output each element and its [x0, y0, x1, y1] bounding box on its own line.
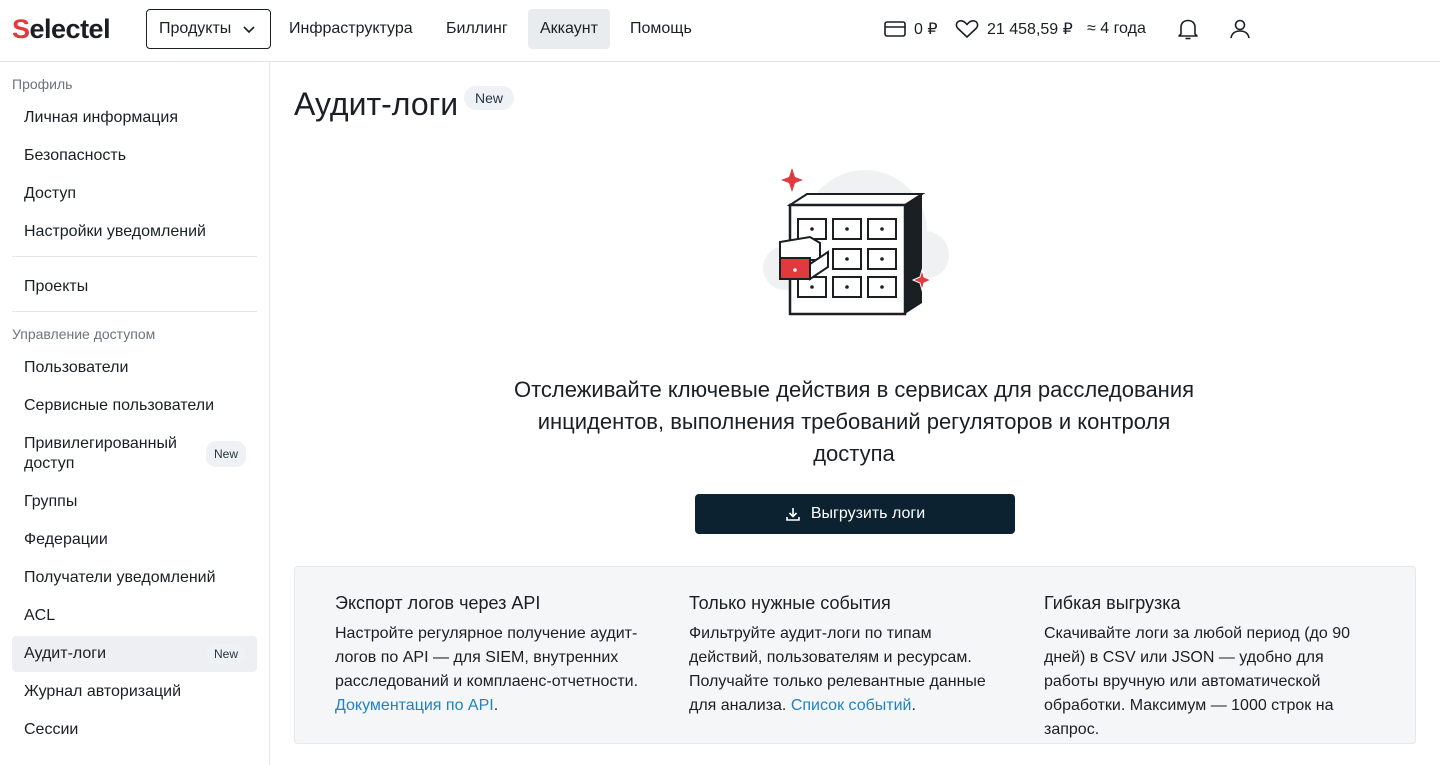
heart-icon	[955, 20, 979, 39]
nav-billing[interactable]: Биллинг	[434, 9, 520, 49]
products-label: Продукты	[159, 20, 232, 37]
export-logs-button[interactable]: Выгрузить логи	[695, 494, 1015, 534]
features-panel: Экспорт логов через API Настройте регуля…	[294, 566, 1416, 744]
sidebar-item-security[interactable]: Безопасность	[12, 138, 257, 174]
sidebar-item-service-users[interactable]: Сервисные пользователи	[12, 388, 257, 424]
feature-flexible-export: Гибкая выгрузка Скачивайте логи за любой…	[1044, 593, 1364, 742]
sidebar-item-access[interactable]: Доступ	[12, 176, 257, 212]
wallet-icon	[884, 21, 906, 37]
description-text: Отслеживайте ключевые действия в сервиса…	[513, 377, 1195, 466]
balance-stat[interactable]: 0 ₽	[884, 18, 938, 40]
sidebar-item-audit-logs[interactable]: Аудит-логи New	[12, 636, 257, 672]
sidebar-item-projects[interactable]: Проекты	[12, 269, 257, 305]
sidebar-item-privileged-access[interactable]: Привилегированный доступ New	[12, 430, 257, 478]
sidebar-item-sessions[interactable]: Сессии	[12, 712, 257, 748]
feature-text: Скачивайте логи за любой период (до 90 д…	[1044, 625, 1350, 738]
sidebar-item-users[interactable]: Пользователи	[12, 350, 257, 386]
download-icon	[786, 508, 800, 521]
sidebar-item-groups[interactable]: Группы	[12, 484, 257, 520]
export-logs-label: Выгрузить логи	[810, 505, 926, 522]
events-list-link[interactable]: Список событий	[791, 697, 912, 714]
page-title: Аудит-логи	[294, 86, 459, 122]
sidebar-divider	[12, 311, 257, 312]
sidebar-item-acl[interactable]: ACL	[12, 598, 257, 634]
forecast-stat[interactable]: ≈ 4 года	[1087, 18, 1146, 40]
bonus-value: 21 458,59 ₽	[987, 21, 1073, 38]
sidebar-divider	[12, 256, 257, 257]
chevron-down-icon	[243, 26, 255, 34]
nav-infrastructure[interactable]: Инфраструктура	[277, 9, 425, 49]
nav-account[interactable]: Аккаунт	[528, 9, 610, 49]
file-cabinet-illustration	[763, 168, 949, 316]
new-badge: New	[205, 441, 246, 467]
api-docs-link[interactable]: Документация по API	[335, 697, 494, 714]
feature-api-export: Экспорт логов через API Настройте регуля…	[335, 593, 655, 718]
forecast-value: ≈ 4 года	[1087, 20, 1146, 37]
feature-needed-events: Только нужные события Фильтруйте аудит-л…	[689, 593, 1009, 718]
sidebar-item-auth-journal[interactable]: Журнал авторизаций	[12, 674, 257, 710]
balance-value: 0 ₽	[914, 21, 938, 38]
sidebar-item-notification-recipients[interactable]: Получатели уведомлений	[12, 560, 257, 596]
products-dropdown[interactable]: Продукты	[146, 9, 271, 49]
bell-icon[interactable]	[1175, 16, 1201, 42]
sidebar-item-federations[interactable]: Федерации	[12, 522, 257, 558]
sidebar-item-notification-settings[interactable]: Настройки уведомлений	[12, 214, 257, 250]
user-icon[interactable]	[1227, 16, 1253, 42]
selectel-logo[interactable]: Selectel	[12, 14, 111, 45]
sidebar: Профиль Личная информация Безопасность Д…	[0, 62, 270, 765]
sidebar-item-personal-info[interactable]: Личная информация	[12, 100, 257, 136]
feature-text: Настройте регулярное получение аудит-лог…	[335, 625, 639, 690]
feature-title: Только нужные события	[689, 593, 891, 613]
section-access-management: Управление доступом	[12, 326, 156, 342]
feature-title: Гибкая выгрузка	[1044, 593, 1181, 613]
nav-help[interactable]: Помощь	[618, 9, 704, 49]
bonus-stat[interactable]: 21 458,59 ₽	[955, 18, 1073, 40]
new-badge: New	[205, 644, 246, 664]
section-profile: Профиль	[12, 76, 73, 92]
feature-title: Экспорт логов через API	[335, 593, 541, 613]
top-header: Selectel Продукты Инфраструктура Биллинг…	[0, 0, 1440, 62]
title-new-badge: New	[464, 86, 515, 110]
